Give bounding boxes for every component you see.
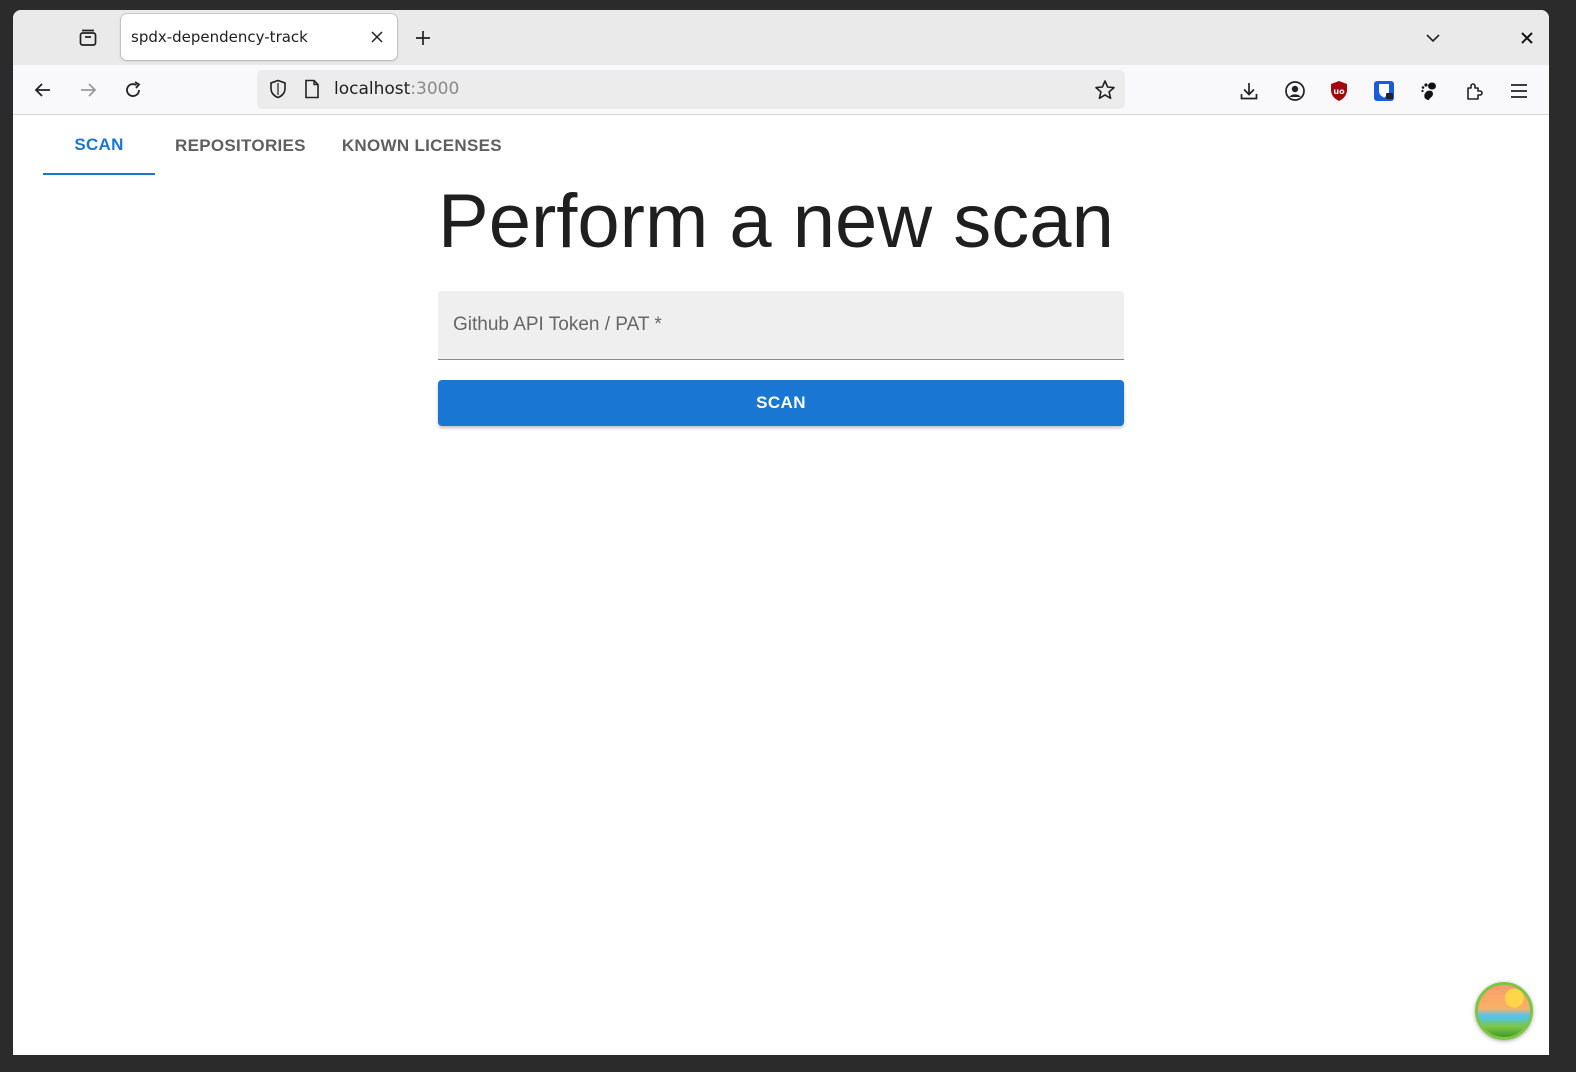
gnome-extension-icon[interactable]: [1415, 77, 1443, 105]
new-tab-icon[interactable]: [409, 24, 437, 52]
url-host: localhost: [334, 79, 411, 99]
tab-strip: spdx-dependency-track: [13, 10, 1549, 65]
back-icon[interactable]: [27, 75, 59, 105]
bookmark-star-icon[interactable]: [1093, 78, 1117, 102]
extensions-puzzle-icon[interactable]: [1460, 77, 1488, 105]
download-icon[interactable]: [1235, 77, 1263, 105]
close-tab-icon[interactable]: [365, 25, 389, 49]
page-content: SCAN REPOSITORIES KNOWN LICENSES Perform…: [13, 116, 1549, 1055]
tab-overview-icon[interactable]: [73, 24, 103, 52]
scan-button[interactable]: SCAN: [438, 380, 1124, 426]
hamburger-menu-icon[interactable]: [1505, 77, 1533, 105]
page-title: Perform a new scan: [438, 179, 1114, 264]
bitwarden-icon[interactable]: [1370, 77, 1398, 105]
token-field: [438, 291, 1124, 360]
forward-icon[interactable]: [72, 75, 104, 105]
browser-tab[interactable]: spdx-dependency-track: [121, 14, 397, 60]
close-window-icon[interactable]: [1513, 24, 1541, 52]
reload-icon[interactable]: [117, 75, 149, 105]
ublock-shield-icon[interactable]: uo: [1325, 77, 1353, 105]
account-icon[interactable]: [1281, 77, 1309, 105]
url-port: :3000: [410, 79, 460, 99]
svg-text:uo: uo: [1333, 87, 1345, 96]
url-bar[interactable]: localhost:3000: [257, 70, 1125, 109]
page-icon[interactable]: [301, 78, 323, 100]
navigation-bar: localhost:3000 uo: [13, 65, 1549, 115]
url-text: localhost:3000: [334, 79, 459, 99]
github-token-input[interactable]: [438, 291, 1124, 359]
chevron-down-icon[interactable]: [1419, 24, 1447, 52]
shield-icon[interactable]: [267, 78, 289, 100]
app-tabs: SCAN REPOSITORIES KNOWN LICENSES: [43, 116, 518, 176]
tab-known-licenses[interactable]: KNOWN LICENSES: [326, 116, 518, 175]
floating-extension-icon[interactable]: [1475, 982, 1533, 1040]
tab-repositories[interactable]: REPOSITORIES: [159, 116, 322, 175]
browser-window: spdx-dependency-track localhost:3000 uo …: [13, 10, 1549, 1055]
tab-scan[interactable]: SCAN: [43, 116, 155, 175]
browser-tab-title: spdx-dependency-track: [131, 28, 308, 46]
